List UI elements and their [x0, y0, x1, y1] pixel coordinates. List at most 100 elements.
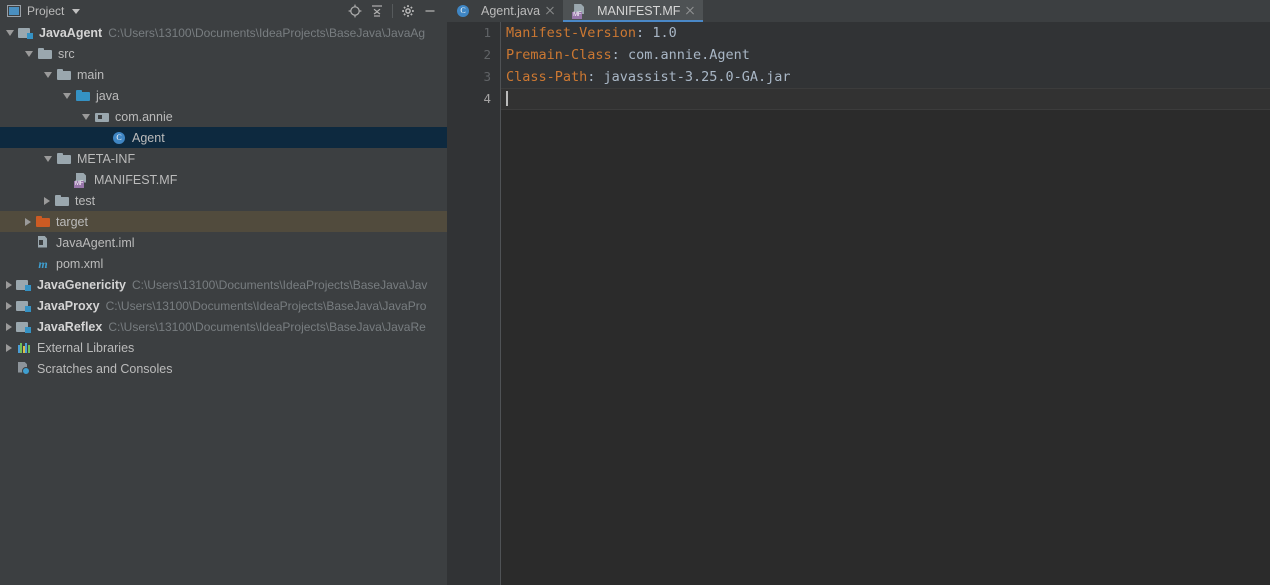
tree-node-label: JavaAgent.iml — [56, 235, 135, 250]
project-window-icon — [7, 5, 21, 17]
tree-node-agent[interactable]: C Agent — [0, 127, 447, 148]
tree-toggle-expanded-icon[interactable] — [25, 50, 33, 57]
editor-tab-label: MANIFEST.MF — [597, 4, 681, 18]
tree-node-target[interactable]: target — [0, 211, 447, 232]
tree-node-meta-inf[interactable]: META-INF — [0, 148, 447, 169]
project-tree[interactable]: JavaAgent C:\Users\13100\Documents\IdeaPr… — [0, 22, 447, 585]
tree-node-label: test — [75, 193, 96, 208]
tree-toggle-collapsed-icon[interactable] — [6, 280, 12, 289]
tree-node-label: MANIFEST.MF — [94, 172, 178, 187]
gutter-line-number: 3 — [483, 69, 491, 84]
tree-node-manifest-mf[interactable]: MF MANIFEST.MF — [0, 169, 447, 190]
external-libraries-icon — [16, 340, 32, 356]
tree-toggle-collapsed-icon[interactable] — [25, 217, 31, 226]
module-icon — [18, 25, 34, 41]
tree-node-javaagent[interactable]: JavaAgent C:\Users\13100\Documents\IdeaPr… — [0, 22, 447, 43]
manifest-value: javassist-3.25.0-GA.jar — [603, 69, 791, 85]
tree-toggle-expanded-icon[interactable] — [44, 155, 52, 162]
editor-body[interactable]: 1234 Manifest-Version: 1.0 Premain-Class:… — [447, 22, 1270, 585]
code-line[interactable]: Manifest-Version: 1.0 — [501, 22, 1270, 44]
manifest-separator: : — [611, 47, 628, 63]
close-icon[interactable] — [685, 6, 695, 16]
java-class-icon: C — [455, 3, 471, 19]
tree-node-java[interactable]: java — [0, 85, 447, 106]
folder-icon — [56, 151, 72, 167]
tree-toggle-collapsed-icon[interactable] — [44, 196, 50, 205]
excluded-folder-icon — [35, 214, 51, 230]
folder-icon — [54, 193, 70, 209]
tree-toggle-collapsed-icon[interactable] — [6, 343, 12, 352]
tree-node-main[interactable]: main — [0, 64, 447, 85]
project-tool-header: Project — [0, 0, 447, 22]
collapse-all-icon[interactable] — [366, 1, 388, 21]
tree-node-scratches-and-consoles[interactable]: Scratches and Consoles — [0, 358, 447, 379]
manifest-value: com.annie.Agent — [627, 47, 750, 63]
code-line[interactable]: Class-Path: javassist-3.25.0-GA.jar — [501, 66, 1270, 88]
tree-toggle-expanded-icon[interactable] — [63, 92, 71, 99]
tree-toggle-expanded-icon[interactable] — [44, 71, 52, 78]
manifest-key: Premain-Class — [506, 47, 612, 63]
close-icon[interactable] — [545, 6, 555, 16]
select-opened-file-icon[interactable] — [344, 1, 366, 21]
project-tool-actions — [344, 0, 441, 22]
editor-tab-agent-java[interactable]: C Agent.java — [447, 0, 563, 22]
tree-node-label: java — [96, 88, 119, 103]
manifest-file-icon: MF — [571, 3, 587, 19]
tree-toggle-collapsed-icon[interactable] — [6, 301, 12, 310]
idea-window: Project JavaAgent C:\Users\13100\Documen… — [0, 0, 1270, 585]
tree-node-javaagent-iml[interactable]: JavaAgent.iml — [0, 232, 447, 253]
tree-node-label: Scratches and Consoles — [37, 361, 173, 376]
hide-icon[interactable] — [419, 1, 441, 21]
module-icon — [16, 277, 32, 293]
manifest-key: Manifest-Version — [506, 25, 637, 41]
tree-node-path: C:\Users\13100\Documents\IdeaProjects\Ba… — [105, 298, 427, 313]
gutter-line-number: 2 — [483, 47, 491, 62]
module-icon — [16, 319, 32, 335]
tree-node-label: External Libraries — [37, 340, 135, 355]
manifest-value: 1.0 — [652, 25, 677, 41]
project-window-selector[interactable]: Project — [7, 4, 81, 18]
editor-tabbar: C Agent.java MF MANIFEST.MF — [447, 0, 1270, 22]
tree-node-path: C:\Users\13100\Documents\IdeaProjects\Ba… — [108, 319, 426, 334]
gutter-line-number: 1 — [483, 25, 491, 40]
tree-node-javaproxy[interactable]: JavaProxy C:\Users\13100\Documents\IdeaPr… — [0, 295, 447, 316]
code-line[interactable] — [501, 88, 1270, 110]
code-line[interactable]: Premain-Class: com.annie.Agent — [501, 44, 1270, 66]
editor-tab-manifest-mf[interactable]: MF MANIFEST.MF — [563, 0, 704, 22]
tree-node-label: JavaGenericity — [37, 277, 126, 292]
maven-file-icon: m — [38, 256, 48, 271]
tree-node-label: JavaAgent — [39, 25, 103, 40]
manifest-file-icon: MF — [73, 172, 89, 188]
tree-toggle-expanded-icon[interactable] — [6, 29, 14, 36]
tree-node-path: C:\Users\13100\Documents\IdeaProjects\Ba… — [131, 277, 428, 292]
tree-toggle-collapsed-icon[interactable] — [6, 322, 12, 331]
tree-node-com-annie[interactable]: com.annie — [0, 106, 447, 127]
tree-node-label: JavaProxy — [37, 298, 100, 313]
tree-node-test[interactable]: test — [0, 190, 447, 211]
toolbar-separator — [392, 4, 393, 18]
tree-node-label: META-INF — [77, 151, 136, 166]
tree-node-label: target — [56, 214, 88, 229]
manifest-separator: : — [587, 69, 604, 85]
tree-node-src[interactable]: src — [0, 43, 447, 64]
java-class-icon: C — [111, 130, 127, 146]
tree-node-label: pom.xml — [56, 256, 104, 271]
editor-gutter[interactable]: 1 2 3 4 — [447, 22, 500, 585]
manifest-key: Class-Path — [506, 69, 588, 85]
tree-node-pom-xml[interactable]: m pom.xml — [0, 253, 447, 274]
editor-code[interactable]: Manifest-Version: 1.0 Premain-Class: com.… — [501, 22, 1270, 585]
chevron-down-icon[interactable] — [72, 8, 81, 14]
folder-icon — [56, 67, 72, 83]
tree-toggle-expanded-icon[interactable] — [82, 113, 90, 120]
editor-area: C Agent.java MF MANIFEST.MF 1 2 3 4 Manifest-V… — [447, 0, 1270, 585]
package-icon — [94, 109, 110, 125]
tree-node-javagenericity[interactable]: JavaGenericity C:\Users\13100\Documents\I… — [0, 274, 447, 295]
settings-gear-icon[interactable] — [397, 1, 419, 21]
tree-node-javareflex[interactable]: JavaReflex C:\Users\13100\Documents\IdeaP… — [0, 316, 447, 337]
tree-node-external-libraries[interactable]: External Libraries — [0, 337, 447, 358]
tree-node-label: main — [77, 67, 105, 82]
